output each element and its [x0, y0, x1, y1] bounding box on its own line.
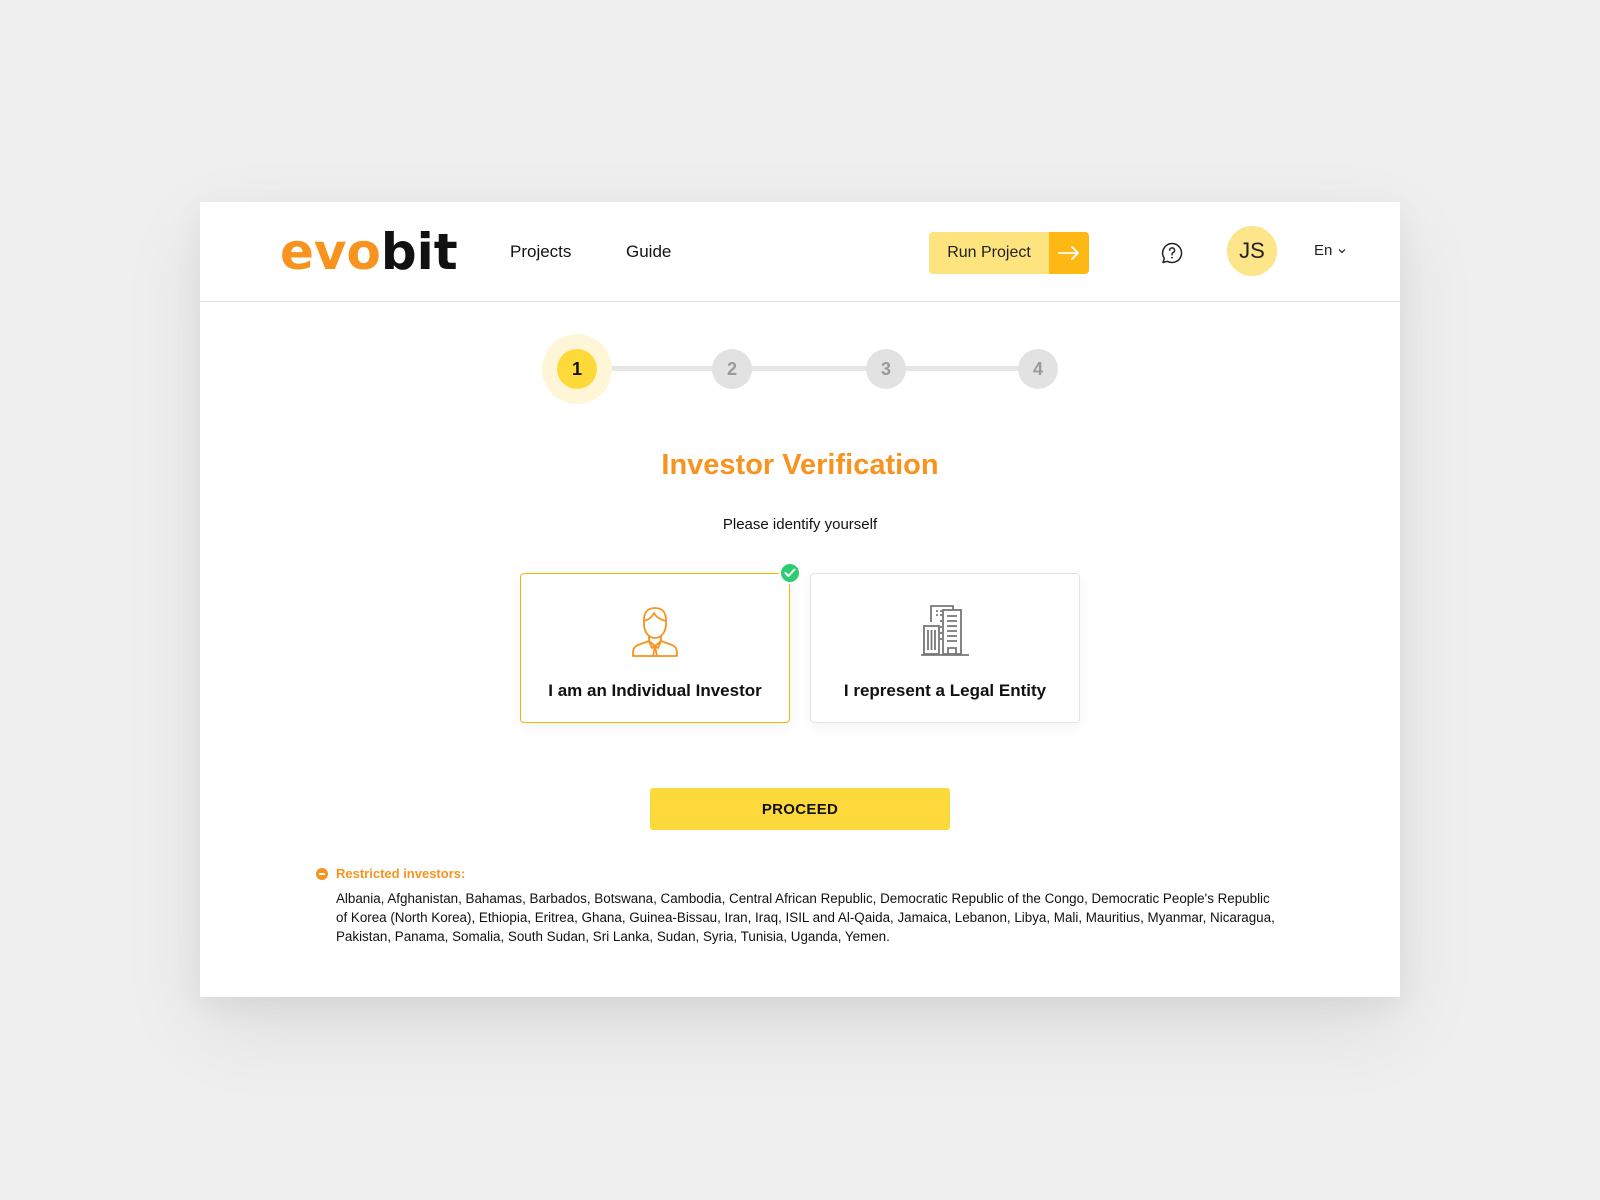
proceed-button[interactable]: PROCEED [650, 788, 950, 830]
person-icon [625, 600, 685, 660]
minus-circle-icon [316, 867, 328, 880]
nav-guide[interactable]: Guide [626, 242, 671, 262]
top-header: evobit Projects Guide Run Project JS En [200, 202, 1400, 302]
restricted-heading-text: Restricted investors: [336, 866, 466, 881]
logo-evo: evo [280, 223, 381, 281]
restricted-countries: Albania, Afghanistan, Bahamas, Barbados,… [336, 891, 1275, 944]
page-subtitle: Please identify yourself [722, 516, 878, 533]
selected-check-icon [779, 562, 801, 584]
stepper-track [576, 366, 1024, 371]
app-window: evobit Projects Guide Run Project JS En [200, 202, 1400, 997]
restricted-heading: Restricted investors: [316, 866, 1276, 881]
step-1[interactable]: 1 [557, 349, 597, 389]
language-selector[interactable]: En [1314, 242, 1346, 259]
option-legal-entity[interactable]: I represent a Legal Entity [810, 573, 1080, 723]
user-avatar[interactable]: JS [1227, 226, 1277, 276]
run-project-label: Run Project [929, 232, 1049, 274]
arrow-right-icon [1049, 232, 1089, 274]
logo-bit: bit [380, 223, 458, 281]
step-2[interactable]: 2 [712, 349, 752, 389]
nav-projects[interactable]: Projects [510, 242, 571, 262]
evobit-logo[interactable]: evobit [280, 224, 458, 280]
chevron-down-icon [1338, 246, 1346, 256]
option-individual-label: I am an Individual Investor [548, 681, 762, 700]
help-chat-icon[interactable] [1160, 241, 1184, 265]
run-project-button[interactable]: Run Project [929, 232, 1089, 274]
progress-stepper: 1 2 3 4 [540, 332, 1060, 406]
language-selected: En [1314, 242, 1333, 259]
restricted-investors: Restricted investors: Albania, Afghanist… [316, 866, 1276, 946]
option-individual-investor[interactable]: I am an Individual Investor [520, 562, 801, 723]
building-icon [915, 600, 975, 660]
page-title: Investor Verification [661, 449, 939, 481]
step-4[interactable]: 4 [1018, 349, 1058, 389]
step-3[interactable]: 3 [866, 349, 906, 389]
option-legal-label: I represent a Legal Entity [843, 681, 1047, 700]
